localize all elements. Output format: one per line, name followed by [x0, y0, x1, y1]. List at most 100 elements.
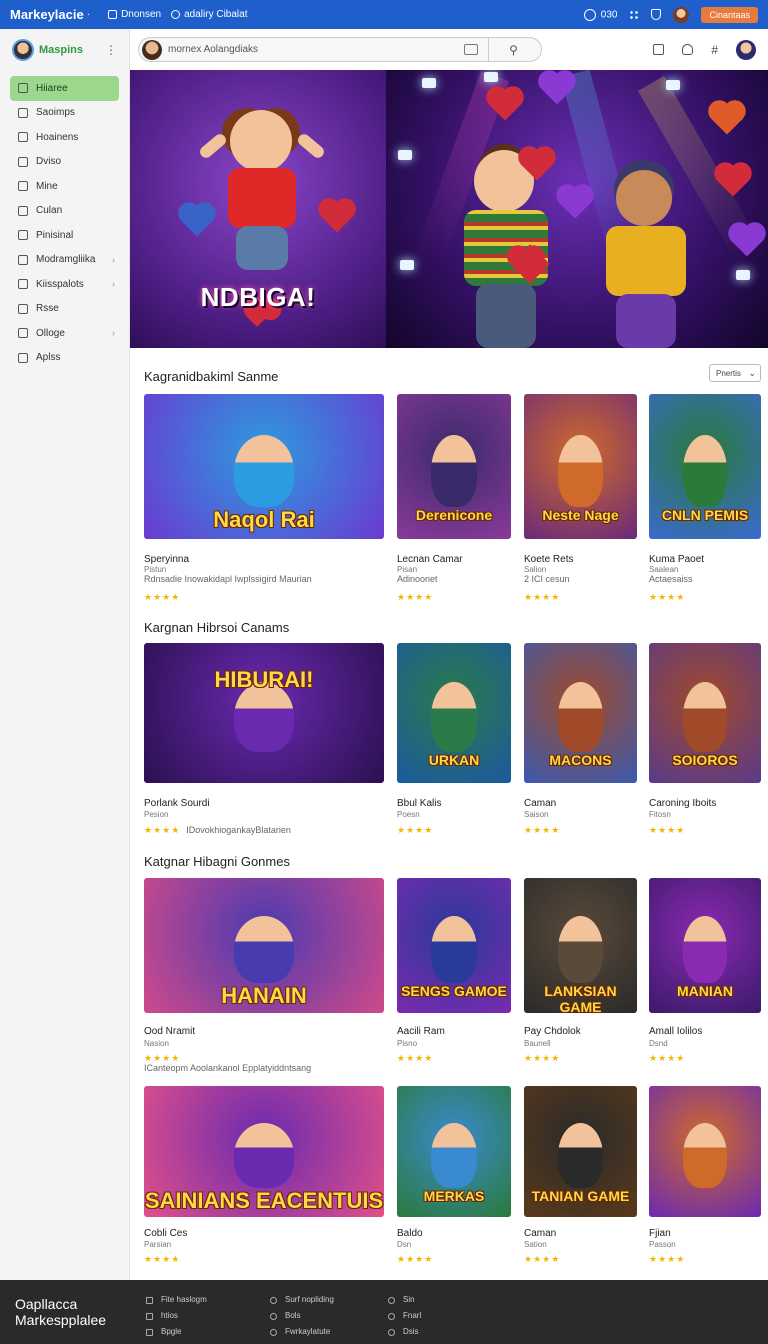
sidebar-item[interactable]: Rsse: [10, 297, 119, 322]
person-icon[interactable]: [682, 44, 694, 55]
game-card[interactable]: HIBURAI! Porlank Sourdi Pesion ★★★★ IDovokhi…: [144, 643, 384, 837]
footer-brand[interactable]: Oapllacca Markespplalee: [15, 1296, 106, 1328]
game-title[interactable]: Bbul Kalis: [397, 798, 441, 809]
hash-icon[interactable]: #: [711, 43, 718, 57]
footer-brand-line: Oapllacca: [15, 1296, 78, 1312]
search-button[interactable]: ⚲: [488, 38, 538, 61]
top-nav-item[interactable]: Dnonsen: [121, 9, 161, 20]
hero-banner[interactable]: NDBIGA!: [130, 70, 768, 348]
footer-link[interactable]: Fite haslogm: [146, 1292, 207, 1308]
game-thumbnail[interactable]: Neste Nage: [524, 394, 637, 539]
top-nav-item[interactable]: adaliry Cibalat: [184, 9, 247, 20]
footer-link[interactable]: Bpgle: [146, 1324, 207, 1340]
game-card[interactable]: LANKSIAN GAME Pay Chdolok Baunell ★★★★: [524, 878, 637, 1065]
search-bar[interactable]: mornex Aolangdiaks ⚲: [138, 37, 542, 62]
footer-link[interactable]: Surf nopliding: [270, 1292, 334, 1308]
avatar[interactable]: [736, 39, 756, 60]
game-card[interactable]: SENGS GAMOE Aacili Ram Pisno ★★★★: [397, 878, 511, 1065]
game-publisher: Saison: [524, 810, 549, 819]
rating-stars: ★★★★: [397, 592, 433, 603]
more-icon[interactable]: ⋮: [105, 43, 117, 57]
game-card[interactable]: Naqol Rai Speryinna Pistun Rdnsadie Inowaki…: [144, 394, 384, 604]
sidebar-item[interactable]: Culan: [10, 199, 119, 224]
game-title[interactable]: Aacili Ram: [397, 1026, 445, 1037]
game-title[interactable]: Caroning Iboits: [649, 798, 716, 809]
game-card[interactable]: URKAN Bbul Kalis Poesn ★★★★: [397, 643, 511, 837]
sidebar-item[interactable]: Pinisinal: [10, 223, 119, 248]
sidebar-item[interactable]: Saoimps: [10, 101, 119, 126]
game-thumbnail[interactable]: Derenicone: [397, 394, 511, 539]
game-title[interactable]: Baldo: [397, 1228, 423, 1239]
window-icon[interactable]: [653, 44, 665, 55]
game-title[interactable]: Speryinna: [144, 554, 189, 565]
sidebar-item[interactable]: Hoainens: [10, 125, 119, 150]
game-card[interactable]: HANAIN Ood Nramit Nasion ★★★★: [144, 878, 384, 1065]
game-card[interactable]: Fjian Passon ★★★★: [649, 1086, 761, 1266]
avatar[interactable]: [673, 6, 690, 23]
sidebar-item[interactable]: Aplss: [10, 346, 119, 371]
game-title[interactable]: Kuma Paoet: [649, 554, 704, 565]
game-card[interactable]: MERKAS Baldo Dsn ★★★★: [397, 1086, 511, 1266]
game-thumbnail[interactable]: SOIOROS: [649, 643, 761, 783]
brand-logo[interactable]: Markeylacie: [10, 7, 84, 22]
game-thumbnail[interactable]: URKAN: [397, 643, 511, 783]
game-card[interactable]: SOIOROS Caroning Iboits Fitosn ★★★★: [649, 643, 761, 837]
game-art-title: Neste Nage: [542, 507, 619, 524]
game-thumbnail[interactable]: MANIAN: [649, 878, 761, 1013]
game-title[interactable]: Caman: [524, 1228, 556, 1239]
shield-icon[interactable]: [651, 9, 662, 20]
game-card[interactable]: Neste Nage Koete Rets Salion 2 ICI cesun ★★★…: [524, 394, 637, 604]
game-card[interactable]: MACONS Caman Saison ★★★★: [524, 643, 637, 837]
game-card[interactable]: MANIAN Amall Iolilos Dsnd ★★★★: [649, 878, 761, 1065]
game-title[interactable]: Amall Iolilos: [649, 1026, 702, 1037]
footer-link[interactable]: Sin: [388, 1292, 421, 1308]
game-title[interactable]: Cobli Ces: [144, 1228, 187, 1239]
game-thumbnail[interactable]: MACONS: [524, 643, 637, 783]
game-title[interactable]: Porlank Sourdi: [144, 798, 210, 809]
game-title[interactable]: Pay Chdolok: [524, 1026, 581, 1037]
stage-light: [484, 72, 498, 82]
game-title[interactable]: Caman: [524, 798, 556, 809]
game-thumbnail[interactable]: HIBURAI!: [144, 643, 384, 783]
game-card[interactable]: Derenicone Lecnan Camar Pisan Adinoonet ★★★★: [397, 394, 511, 604]
game-thumbnail[interactable]: TANIAN GAME: [524, 1086, 637, 1217]
lock-icon: [171, 10, 181, 19]
sidebar-item[interactable]: Hiiaree: [10, 76, 119, 101]
apps-grid-icon[interactable]: [629, 9, 640, 20]
cta-button[interactable]: Cinantaas: [701, 6, 758, 23]
footer-link[interactable]: htios: [146, 1308, 207, 1324]
footer-link[interactable]: Dsis: [388, 1324, 421, 1340]
game-thumbnail[interactable]: SAINIANS EACENTUIS: [144, 1086, 384, 1217]
game-title[interactable]: Ood Nramit: [144, 1026, 195, 1037]
avatar[interactable]: [142, 39, 162, 60]
footer-link[interactable]: Fnarl: [388, 1308, 421, 1324]
game-thumbnail[interactable]: HANAIN: [144, 878, 384, 1013]
search-input[interactable]: mornex Aolangdiaks: [168, 44, 464, 55]
clock-widget[interactable]: 030: [583, 8, 617, 21]
game-publisher: Pesion: [144, 810, 169, 819]
cartoon-character-figure: [234, 915, 294, 984]
sort-dropdown[interactable]: Pnertis ⌄: [709, 364, 761, 382]
game-card[interactable]: SAINIANS EACENTUIS Cobli Ces Parsian ★★★★: [144, 1086, 384, 1266]
game-card[interactable]: TANIAN GAME Caman Sation ★★★★: [524, 1086, 637, 1266]
game-thumbnail[interactable]: LANKSIAN GAME: [524, 878, 637, 1013]
footer-link[interactable]: Fwrkaylatute: [270, 1324, 334, 1340]
game-thumbnail[interactable]: MERKAS: [397, 1086, 511, 1217]
game-title[interactable]: Lecnan Camar: [397, 554, 463, 565]
game-thumbnail[interactable]: CNLN PEMIS: [649, 394, 761, 539]
game-title[interactable]: Fjian: [649, 1228, 671, 1239]
game-card[interactable]: CNLN PEMIS Kuma Paoet Saalean Actaesaiss ★★★…: [649, 394, 761, 604]
sidebar-item[interactable]: Olloge ›: [10, 321, 119, 346]
game-thumbnail[interactable]: Naqol Rai: [144, 394, 384, 539]
game-title[interactable]: Koete Rets: [524, 554, 573, 565]
avatar[interactable]: [12, 39, 34, 61]
camera-icon[interactable]: [464, 44, 478, 55]
game-thumbnail[interactable]: [649, 1086, 761, 1217]
sidebar-item[interactable]: Modramgliika ›: [10, 248, 119, 273]
game-description: Adinoonet: [397, 574, 438, 584]
sidebar-item[interactable]: Mine: [10, 174, 119, 199]
game-thumbnail[interactable]: SENGS GAMOE: [397, 878, 511, 1013]
footer-link[interactable]: Bols: [270, 1308, 334, 1324]
sidebar-item[interactable]: Kiisspalots ›: [10, 272, 119, 297]
sidebar-item[interactable]: Dviso: [10, 150, 119, 175]
